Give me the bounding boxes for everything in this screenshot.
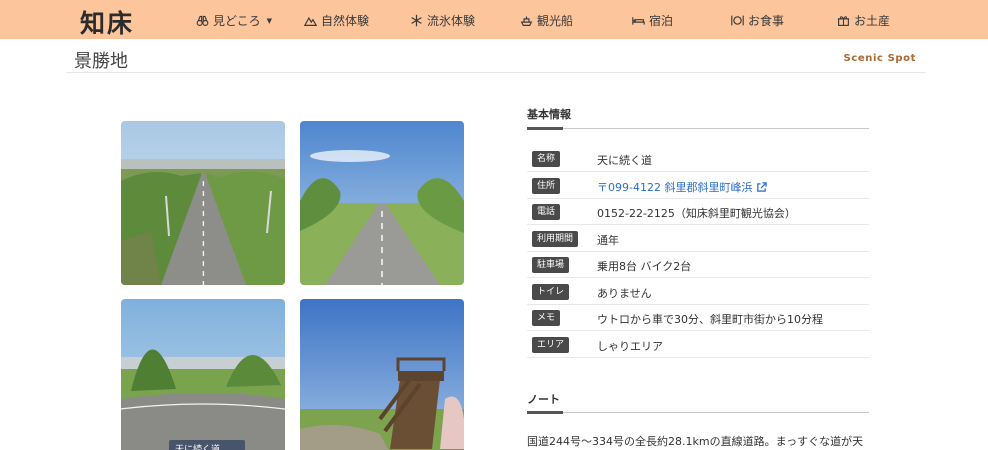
info-row-area: エリア しゃりエリア	[527, 332, 869, 358]
photo-road-2[interactable]	[300, 121, 464, 285]
nav-item-dining[interactable]: お食事	[731, 12, 784, 29]
site-logo[interactable]: 知床	[80, 4, 134, 40]
nav-label: 見どころ	[213, 14, 261, 28]
nav-label: お土産	[854, 14, 891, 28]
info-value: 乗用8台 バイク2台	[597, 260, 692, 273]
page-title: 景勝地	[74, 51, 128, 72]
snowflake-icon	[411, 14, 422, 27]
nav-item-sightseeing[interactable]: 見どころ ▼	[196, 12, 272, 29]
info-row-phone: 電話 0152-22-2125（知床斜里町観光協会）	[527, 199, 869, 225]
nav-label: 観光船	[537, 14, 574, 28]
info-row-availability: 利用期間 通年	[527, 226, 869, 252]
dining-icon	[731, 15, 744, 26]
photo-road-3[interactable]: 天に続く道	[121, 299, 285, 450]
section-divider	[527, 127, 869, 130]
info-label: 駐車場	[532, 257, 570, 273]
photo-caption: 天に続く道	[175, 445, 221, 450]
nav-label: お食事	[748, 14, 785, 28]
info-label: 住所	[532, 178, 561, 194]
address-text[interactable]: 〒099-4122 斜里郡斜里町峰浜	[597, 181, 752, 194]
nav-label: 流氷体験	[427, 14, 476, 28]
top-navigation-bar: 知床 見どころ ▼ 自然体験 流氷体験 観光船 宿泊 お食事 お土産	[0, 0, 988, 39]
basic-info-heading: 基本情報	[527, 108, 571, 121]
info-row-name: 名称 天に続く道	[527, 146, 869, 172]
info-row-toilet: トイレ ありません	[527, 279, 869, 305]
nav-item-drift-ice[interactable]: 流氷体験	[410, 12, 475, 29]
binoculars-icon	[196, 15, 209, 26]
info-label: エリア	[532, 337, 570, 353]
note-heading: ノート	[527, 393, 560, 406]
nav-item-nature[interactable]: 自然体験	[304, 12, 369, 29]
gift-icon	[837, 16, 850, 26]
ship-icon	[520, 16, 533, 26]
info-row-memo: メモ ウトロから車で30分、斜里町市街から10分程	[527, 305, 869, 331]
info-row-address: 住所 〒099-4122 斜里郡斜里町峰浜	[527, 173, 869, 199]
info-value: ありません	[597, 287, 652, 300]
section-divider	[527, 411, 869, 414]
info-value: しゃりエリア	[597, 340, 663, 353]
info-value: ウトロから車で30分、斜里町市街から10分程	[597, 313, 823, 326]
photo-road-1[interactable]	[121, 121, 285, 285]
nav-label: 宿泊	[649, 14, 674, 28]
page-title-bar: 景勝地 Scenic Spot	[66, 39, 926, 73]
info-label: メモ	[532, 310, 561, 326]
info-value: 通年	[597, 234, 619, 247]
info-label: 電話	[532, 204, 561, 220]
external-link-icon	[757, 182, 768, 192]
info-value: 0152-22-2125（知床斜里町観光協会）	[597, 207, 796, 220]
info-value: 天に続く道	[597, 154, 652, 167]
photo-observation-deck[interactable]	[300, 299, 464, 450]
info-label: 名称	[532, 151, 561, 167]
chevron-down-icon: ▼	[266, 16, 273, 25]
info-row-parking: 駐車場 乗用8台 バイク2台	[527, 252, 869, 278]
address-link[interactable]: 〒099-4122 斜里郡斜里町峰浜	[597, 179, 768, 195]
mountain-icon	[304, 16, 317, 26]
bed-icon	[632, 17, 645, 25]
nav-label: 自然体験	[321, 14, 370, 28]
info-label: トイレ	[532, 284, 570, 300]
note-text: 国道244号〜334号の全長約28.1kmの直線道路。まっすぐな道が天	[527, 435, 864, 448]
nav-item-lodging[interactable]: 宿泊	[632, 12, 673, 29]
info-label: 利用期間	[532, 231, 579, 247]
page-subtitle: Scenic Spot	[843, 53, 916, 64]
nav-item-souvenir[interactable]: お土産	[837, 12, 890, 29]
nav-item-cruise[interactable]: 観光船	[520, 12, 573, 29]
